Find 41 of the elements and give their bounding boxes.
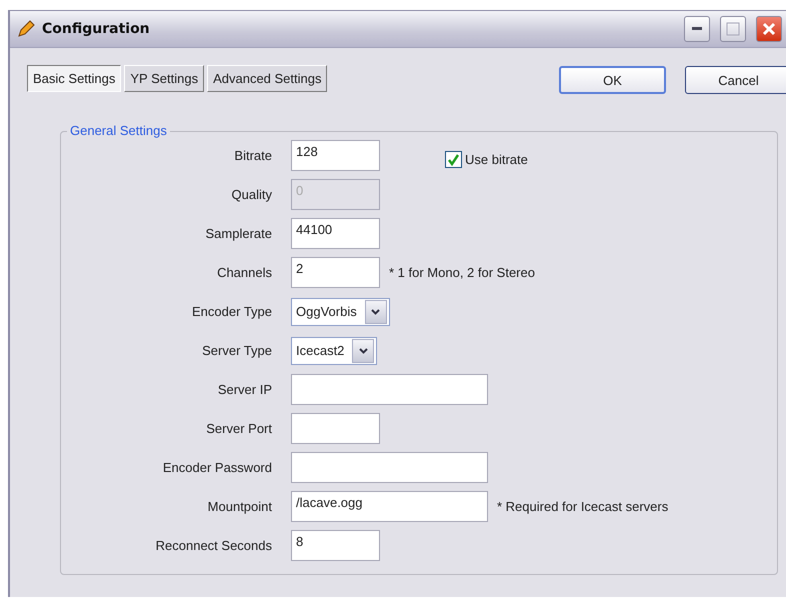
field-label: Encoder Password bbox=[162, 460, 272, 475]
field-label: Reconnect Seconds bbox=[154, 538, 272, 553]
field-label: Encoder Type bbox=[191, 304, 272, 319]
hint-text: * 1 for Mono, 2 for Stereo bbox=[389, 265, 535, 280]
input-field[interactable] bbox=[291, 452, 488, 483]
tab[interactable]: Basic Settings bbox=[27, 65, 122, 92]
window-title: Configuration bbox=[42, 21, 151, 37]
input-field[interactable] bbox=[291, 374, 488, 405]
maximize-button[interactable] bbox=[720, 16, 746, 42]
input-field[interactable]: 8 bbox=[291, 530, 380, 561]
pencil-icon bbox=[16, 19, 36, 39]
maximize-icon bbox=[726, 22, 740, 36]
minimize-icon bbox=[692, 27, 702, 31]
close-button[interactable] bbox=[756, 16, 782, 42]
dropdown[interactable]: Icecast2 bbox=[291, 336, 378, 364]
checkbox-label: Use bitrate bbox=[465, 152, 528, 167]
ok-button[interactable]: OK bbox=[559, 66, 666, 94]
tab[interactable]: Advanced Settings bbox=[207, 65, 328, 92]
field-label: Mountpoint bbox=[206, 499, 272, 514]
dropdown[interactable]: OggVorbis bbox=[291, 298, 390, 326]
input-field[interactable]: /lacave.ogg bbox=[291, 491, 488, 522]
group-title: General Settings bbox=[67, 123, 170, 138]
input-field[interactable]: 2 bbox=[291, 257, 380, 288]
cancel-button[interactable]: Cancel bbox=[685, 66, 786, 94]
checkbox[interactable] bbox=[445, 151, 462, 168]
input-field[interactable]: 128 bbox=[291, 140, 380, 171]
field-label: Server IP bbox=[216, 382, 272, 397]
field-label: Server Port bbox=[205, 421, 272, 436]
input-field[interactable] bbox=[291, 413, 380, 444]
minimize-button[interactable] bbox=[684, 16, 710, 42]
hint-text: * Required for Icecast servers bbox=[497, 499, 668, 514]
field-label: Samplerate bbox=[204, 226, 272, 241]
chevron-down-icon bbox=[364, 300, 387, 324]
tab[interactable]: YP Settings bbox=[124, 65, 204, 92]
close-icon bbox=[762, 22, 776, 36]
input-field[interactable]: 44100 bbox=[291, 218, 380, 249]
field-label: Bitrate bbox=[233, 148, 272, 163]
field-label: Quality bbox=[230, 187, 272, 202]
field-label: Server Type bbox=[201, 343, 272, 358]
field-label: Channels bbox=[216, 265, 272, 280]
chevron-down-icon bbox=[352, 338, 374, 362]
